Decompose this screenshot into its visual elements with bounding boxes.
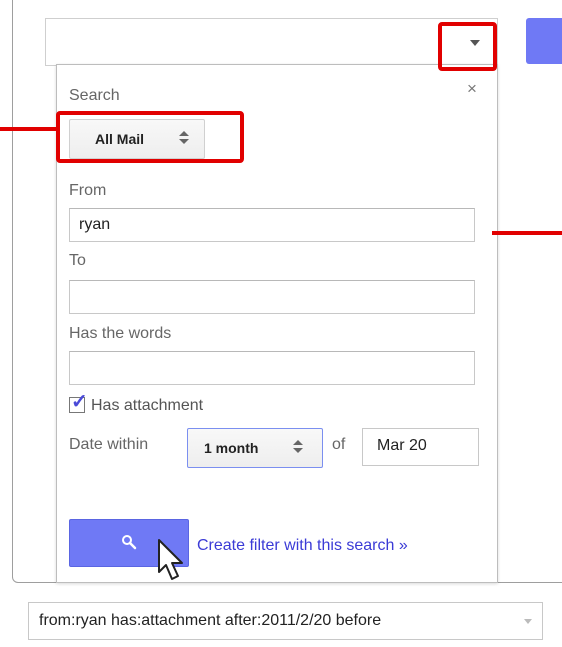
search-bar[interactable] xyxy=(45,18,498,66)
close-icon[interactable]: × xyxy=(467,79,477,99)
checkmark-icon: ✓ xyxy=(71,391,88,413)
chevron-down-icon[interactable] xyxy=(524,619,532,624)
to-field[interactable] xyxy=(69,280,475,314)
of-label: of xyxy=(332,436,346,453)
search-button-edge[interactable] xyxy=(526,18,562,64)
create-filter-link[interactable]: Create filter with this search » xyxy=(197,537,408,555)
annotation-line-left xyxy=(0,127,56,131)
date-range-select[interactable]: 1 month xyxy=(187,428,323,468)
has-words-field[interactable] xyxy=(69,351,475,385)
search-icon xyxy=(122,535,137,550)
search-query-box[interactable]: from:ryan has:attachment after:2011/2/20… xyxy=(28,602,543,640)
updown-arrows-icon xyxy=(293,440,303,456)
scope-highlight xyxy=(56,111,244,163)
date-within-label: Date within xyxy=(69,436,149,453)
from-label: From xyxy=(69,182,107,199)
annotation-line-right xyxy=(492,231,562,235)
has-attachment-checkbox[interactable]: ✓ xyxy=(69,392,88,413)
date-field[interactable]: Mar 20 xyxy=(362,428,479,466)
search-label: Search xyxy=(69,87,120,104)
to-label: To xyxy=(69,252,86,269)
mouse-pointer-icon xyxy=(158,539,183,580)
has-words-label: Has the words xyxy=(69,325,172,342)
from-field[interactable]: ryan xyxy=(69,208,475,242)
date-range-value: 1 month xyxy=(204,440,259,456)
has-attachment-label: Has attachment xyxy=(91,397,204,414)
search-query-text: from:ryan has:attachment after:2011/2/20… xyxy=(39,612,382,629)
dropdown-highlight xyxy=(438,22,497,71)
